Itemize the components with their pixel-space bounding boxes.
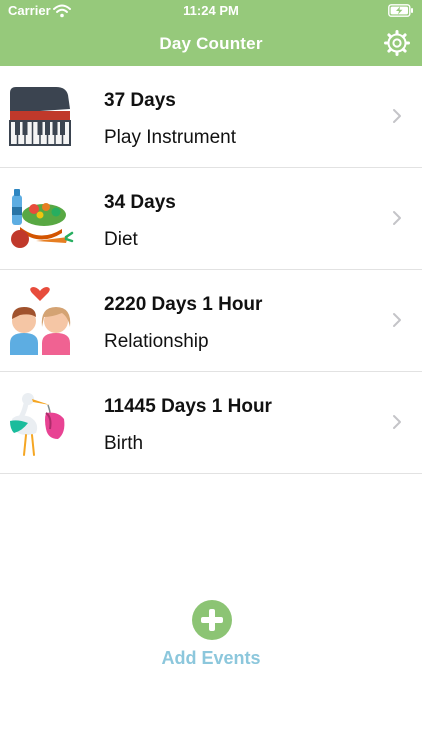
event-days: 34 Days (104, 192, 176, 213)
status-bar: Carrier 11:24 PM (0, 0, 422, 24)
event-label: Diet (104, 229, 138, 250)
navigation-bar: Carrier 11:24 PM Day Counter (0, 0, 422, 66)
event-list: 37 Days Play Instrument 34 Days Diet 222… (0, 66, 422, 474)
event-days: 2220 Days 1 Hour (104, 294, 263, 315)
event-row-play-instrument[interactable]: 37 Days Play Instrument (0, 66, 422, 168)
event-days: 37 Days (104, 90, 176, 111)
chevron-right-icon (393, 415, 401, 429)
event-days: 11445 Days 1 Hour (104, 396, 272, 417)
page-title: Day Counter (159, 34, 263, 53)
event-label: Relationship (104, 331, 209, 352)
event-row-birth[interactable]: 11445 Days 1 Hour Birth (0, 372, 422, 474)
plus-circle-icon[interactable] (192, 600, 232, 640)
couple-icon (10, 287, 71, 355)
gear-icon[interactable] (384, 30, 410, 56)
event-row-relationship[interactable]: 2220 Days 1 Hour Relationship (0, 270, 422, 372)
event-label: Play Instrument (104, 127, 236, 148)
status-time: 11:24 PM (183, 3, 239, 18)
stork-icon (10, 393, 65, 456)
piano-icon (9, 87, 71, 146)
battery-charging-icon (388, 4, 413, 17)
vegetables-icon (11, 189, 74, 248)
event-label: Birth (104, 433, 144, 454)
chevron-right-icon (393, 109, 401, 123)
chevron-right-icon (393, 211, 401, 225)
add-events-button[interactable]: Add Events (0, 648, 422, 669)
chevron-right-icon (393, 313, 401, 327)
event-row-diet[interactable]: 34 Days Diet (0, 168, 422, 270)
